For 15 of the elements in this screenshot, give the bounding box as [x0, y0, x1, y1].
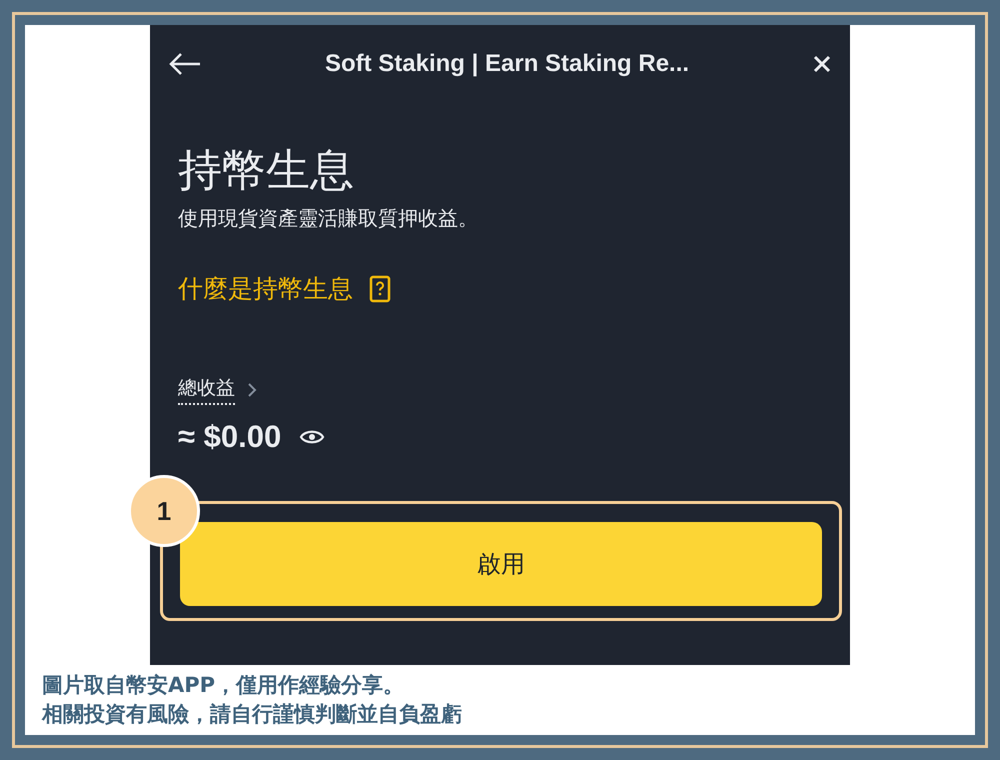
earnings-amount: ≈ $0.00: [178, 419, 282, 455]
back-arrow-icon[interactable]: [168, 52, 202, 76]
step-number-badge: 1: [128, 475, 200, 547]
help-link[interactable]: 什麼是持幣生息: [178, 272, 391, 305]
earnings-label[interactable]: 總收益: [178, 375, 235, 405]
page-title: 持幣生息: [178, 144, 354, 198]
help-book-icon: [369, 274, 391, 302]
close-icon[interactable]: [812, 54, 832, 74]
caption-line: 相關投資有風險，請自行謹慎判斷並自負盈虧: [42, 701, 462, 728]
chevron-right-icon[interactable]: [247, 382, 257, 398]
enable-button[interactable]: 啟用: [180, 522, 822, 606]
header-title: Soft Staking | Earn Staking Re...: [324, 50, 690, 78]
caption-line: 圖片取自幣安APP，僅用作經驗分享。: [42, 672, 406, 699]
eye-icon[interactable]: [299, 428, 326, 446]
page-subtitle: 使用現貨資產靈活賺取質押收益。: [178, 205, 478, 232]
